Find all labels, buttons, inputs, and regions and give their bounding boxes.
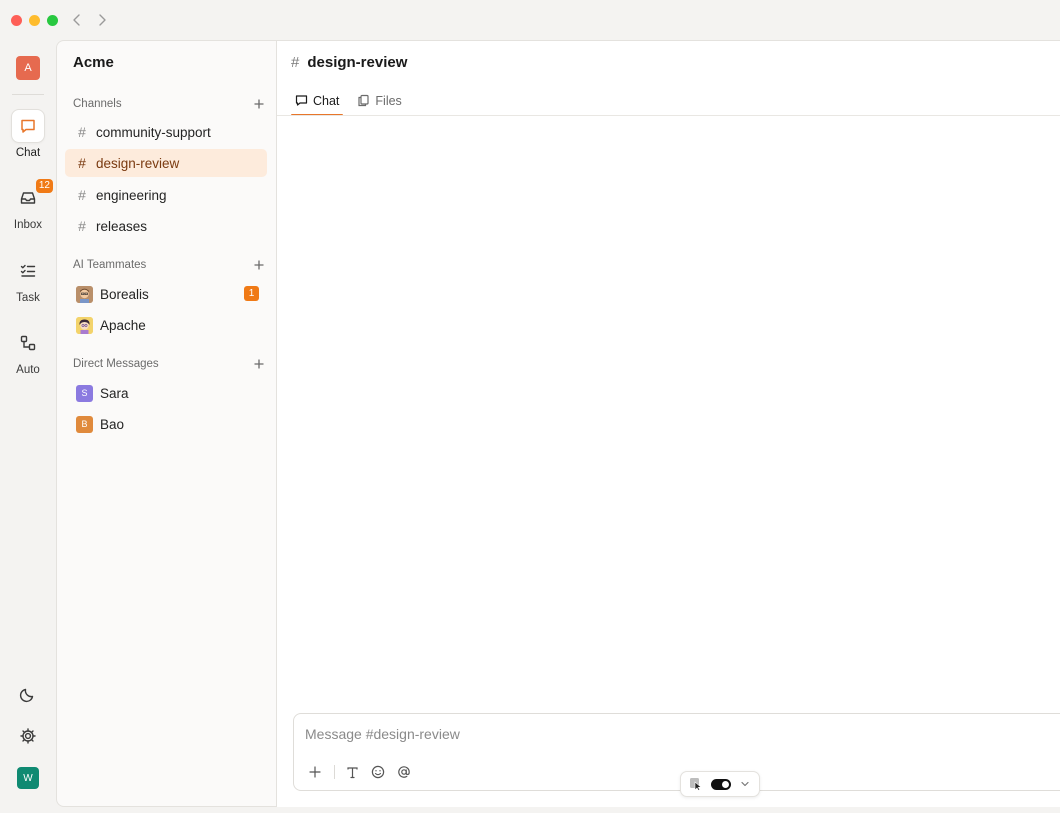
ai-teammate-item-borealis[interactable]: Borealis 1 <box>65 280 267 308</box>
rail-label-inbox: Inbox <box>13 219 43 231</box>
user-avatar[interactable]: W <box>17 767 39 789</box>
rail-label-task: Task <box>16 292 40 304</box>
window-close-button[interactable] <box>11 15 22 26</box>
dm-item-sara[interactable]: S Sara <box>65 379 267 407</box>
dm-item-bao[interactable]: B Bao <box>65 410 267 438</box>
back-arrow-icon[interactable] <box>69 12 85 28</box>
ai-teammate-label: Borealis <box>100 286 149 302</box>
dm-label: Bao <box>100 416 125 432</box>
plus-icon <box>254 260 264 270</box>
moon-icon[interactable] <box>17 683 39 705</box>
channels-section-header: Channels <box>73 95 267 113</box>
ai-teammate-label: Apache <box>100 317 146 333</box>
composer-toolbar <box>306 763 421 781</box>
hash-icon: # <box>78 124 86 140</box>
rail-item-chat[interactable]: Chat <box>0 109 56 167</box>
rail-item-task[interactable]: Task <box>0 254 56 312</box>
channel-label: engineering <box>96 187 167 203</box>
rail-item-inbox[interactable]: 12 Inbox <box>0 179 56 239</box>
emoji-icon[interactable] <box>369 763 387 781</box>
workspace-avatar[interactable]: A <box>16 56 40 80</box>
window-minimize-button[interactable] <box>29 15 40 26</box>
borealis-unread-badge: 1 <box>244 286 259 301</box>
forward-arrow-icon[interactable] <box>94 12 110 28</box>
gear-icon[interactable] <box>17 725 39 747</box>
window-maximize-button[interactable] <box>47 15 58 26</box>
inbox-tray-icon: 12 <box>11 179 53 215</box>
channel-tabs: Chat Files <box>291 85 416 116</box>
tabs-divider <box>277 115 1060 116</box>
channel-title: design-review <box>307 54 408 71</box>
borealis-avatar-icon <box>76 285 93 303</box>
channel-item-design-review[interactable]: # design-review <box>65 149 267 177</box>
window-titlebar <box>0 0 1060 40</box>
rail-divider <box>12 94 44 95</box>
text-format-icon[interactable] <box>343 763 361 781</box>
workflow-icon <box>11 326 45 360</box>
dm-label: Sara <box>100 385 129 401</box>
hash-icon: # <box>78 187 86 203</box>
direct-messages-section-title: Direct Messages <box>73 358 159 370</box>
mention-icon[interactable] <box>395 763 413 781</box>
workspace-name: Acme <box>73 54 114 71</box>
channel-sidebar: Acme Channels # community-support # desi… <box>56 40 276 807</box>
add-ai-teammate-button[interactable] <box>251 257 267 273</box>
message-input[interactable] <box>305 726 1005 742</box>
dm-avatar: S <box>76 384 93 402</box>
plus-icon <box>254 99 264 109</box>
chat-bubble-icon <box>295 95 308 106</box>
channel-item-engineering[interactable]: # engineering <box>65 181 267 209</box>
channel-label: releases <box>96 218 148 234</box>
app-rail: A Chat 12 Inbox Task Auto W <box>0 40 56 813</box>
chevron-down-icon[interactable] <box>740 779 750 789</box>
channels-section-title: Channels <box>73 98 122 110</box>
hash-icon: # <box>78 155 86 171</box>
rail-item-auto[interactable]: Auto <box>0 326 56 384</box>
hash-icon: # <box>78 218 86 234</box>
floating-control-pill[interactable] <box>680 771 760 797</box>
cursor-icon <box>689 777 703 791</box>
files-icon <box>358 94 370 107</box>
dm-avatar: B <box>76 415 93 433</box>
toolbar-divider <box>334 765 335 779</box>
channel-label: design-review <box>96 155 180 171</box>
message-composer <box>293 713 1060 791</box>
channel-item-community-support[interactable]: # community-support <box>65 118 267 146</box>
tab-chat[interactable]: Chat <box>291 85 344 116</box>
add-channel-button[interactable] <box>251 96 267 112</box>
rail-label-chat: Chat <box>15 147 41 159</box>
tab-files[interactable]: Files <box>353 85 405 116</box>
hash-icon: # <box>291 54 300 71</box>
direct-messages-section-header: Direct Messages <box>73 355 267 373</box>
chat-bubble-icon <box>11 109 45 143</box>
add-direct-message-button[interactable] <box>251 356 267 372</box>
plus-icon <box>254 359 264 369</box>
plus-icon[interactable] <box>306 763 324 781</box>
apache-avatar-icon <box>76 316 93 334</box>
ai-teammate-item-apache[interactable]: Apache <box>65 311 267 339</box>
inbox-count-badge: 12 <box>35 179 53 193</box>
checklist-icon <box>11 254 45 288</box>
channel-label: community-support <box>96 124 211 140</box>
channel-header: # design-review <box>291 54 407 71</box>
tab-chat-label: Chat <box>313 93 340 108</box>
tab-files-label: Files <box>375 93 402 108</box>
toggle-switch-icon[interactable] <box>711 778 731 790</box>
channel-main-panel: # design-review Chat Files <box>276 40 1060 807</box>
channel-item-releases[interactable]: # releases <box>65 212 267 240</box>
ai-teammates-section-title: AI Teammates <box>73 259 147 271</box>
rail-label-auto: Auto <box>16 364 40 376</box>
ai-teammates-section-header: AI Teammates <box>73 256 267 274</box>
